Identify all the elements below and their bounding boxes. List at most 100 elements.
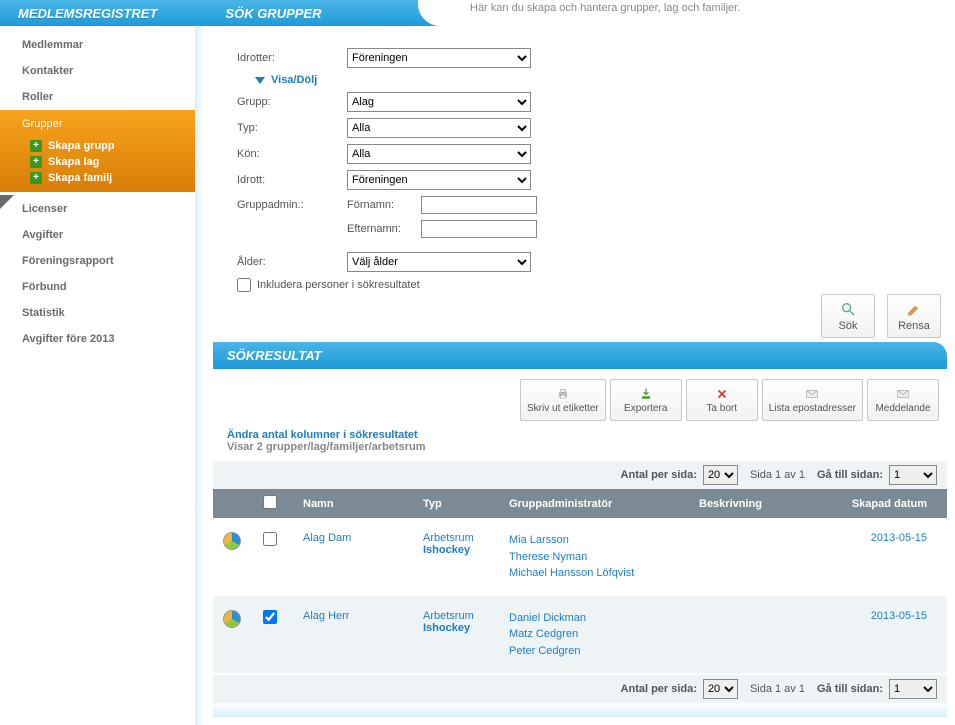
pager-ga-label: Gå till sidan: [817,683,883,695]
sidebar-item-forbund[interactable]: Förbund [0,274,195,300]
label-typ: Typ: [237,122,347,134]
select-idrotter[interactable]: Föreningen [347,48,531,68]
pager-antal-label: Antal per sida: [621,469,697,481]
pager-ga-select[interactable]: 1 [889,679,937,699]
print-labels-button[interactable]: Skriv ut etiketter [520,379,606,421]
results: SÖKRESULTAT Skriv ut etiketter Exportera… [213,342,947,703]
pager-top: Antal per sida: 20 Sida 1 av 1 Gå till s… [213,461,947,489]
btn-label: Lista epostadresser [769,403,856,414]
plus-icon: + [30,140,42,152]
label-fornamn: Förnamn: [347,199,421,211]
select-all-checkbox[interactable] [263,495,277,509]
row-admin-link[interactable]: Matz Cedgren [509,626,699,643]
delete-icon [715,387,729,401]
mail-icon [805,387,819,401]
row-typ-link[interactable]: Arbetsrum [423,610,474,622]
select-kon[interactable]: Alla [347,144,531,164]
sidebar-sub-skapa-lag[interactable]: + Skapa lag [0,154,195,170]
sidebar-item-roller[interactable]: Roller [0,84,195,110]
btn-label: Ta bort [706,403,737,414]
select-alder[interactable]: Välj ålder [347,252,531,272]
sidebar-item-licenser[interactable]: Licenser [0,196,195,222]
row-admin-link[interactable]: Peter Cedgren [509,643,699,660]
col-datum[interactable]: Skapad datum [849,498,937,510]
row-date-link[interactable]: 2013-05-15 [849,532,927,544]
pencil-icon [906,301,922,317]
row-date-link[interactable]: 2013-05-15 [849,610,927,622]
filter-form: Idrotter: Föreningen Visa/Dölj Grupp: Al… [213,36,947,302]
sidebar-item-avgifter[interactable]: Avgifter [0,222,195,248]
sidebar-item-grupper[interactable]: Grupper + Skapa grupp + Skapa lag + Skap… [0,110,195,192]
results-toolbar: Skriv ut etiketter Exportera Ta bort Lis… [213,369,947,427]
search-icon [840,301,856,317]
chevron-down-icon [255,77,265,84]
label-alder: Ålder: [237,256,347,268]
pager-antal-label: Antal per sida: [621,683,697,695]
input-efternamn[interactable] [421,220,537,238]
toggle-label: Visa/Dölj [271,74,317,86]
row-typ2-link[interactable]: Ishockey [423,544,470,556]
btn-label: Exportera [624,403,667,414]
checkbox-inkludera[interactable] [237,278,251,292]
sidebar-item-foreningsrapport[interactable]: Föreningsrapport [0,248,195,274]
row-admin-link[interactable]: Daniel Dickman [509,610,699,627]
mail-icon [896,387,910,401]
bottom-gradient [213,703,947,717]
row-typ-link[interactable]: Arbetsrum [423,532,474,544]
list-emails-button[interactable]: Lista epostadresser [762,379,863,421]
row-typ2-link[interactable]: Ishockey [423,622,470,634]
search-button[interactable]: Sök [821,294,875,338]
col-besk[interactable]: Beskrivning [699,498,849,510]
toggle-visa-dolj[interactable]: Visa/Dölj [255,74,317,86]
col-namn[interactable]: Namn [303,498,423,510]
label-inkludera: Inkludera personer i sökresultatet [257,279,420,291]
input-fornamn[interactable] [421,196,537,214]
export-button[interactable]: Exportera [610,379,682,421]
sidebar-sub-skapa-grupp[interactable]: + Skapa grupp [0,138,195,154]
export-icon [639,387,653,401]
label-grupp: Grupp: [237,96,347,108]
change-columns-link[interactable]: Ändra antal kolumner i sökresultatet [213,427,432,441]
table-row: Alag Dam ArbetsrumIshockey Mia LarssonTher… [213,518,947,596]
results-title: SÖKRESULTAT [213,342,947,369]
row-admin-link[interactable]: Therese Nyman [509,549,699,566]
content: Idrotter: Föreningen Visa/Dölj Grupp: Al… [195,26,955,725]
sidebar-active-label: Grupper [0,110,195,138]
row-admin-link[interactable]: Mia Larsson [509,532,699,549]
select-grupp[interactable]: Alag [347,92,531,112]
sidebar-item-statistik[interactable]: Statistik [0,300,195,326]
content-edge [195,26,203,725]
page-description: Här kan du skapa och hantera grupper, la… [440,0,955,26]
label-kon: Kön: [237,148,347,160]
col-adm[interactable]: Gruppadministratör [509,498,699,510]
message-button[interactable]: Meddelande [867,379,939,421]
globe-icon [223,532,241,550]
pager-antal-select[interactable]: 20 [703,679,738,699]
page-header: MEDLEMSREGISTRET SÖK GRUPPER Här kan du … [0,0,955,26]
sidebar-item-kontakter[interactable]: Kontakter [0,58,195,84]
sidebar-item-avgifter-fore-2013[interactable]: Avgifter före 2013 [0,326,195,352]
pager-ga-label: Gå till sidan: [817,469,883,481]
col-typ[interactable]: Typ [423,498,509,510]
row-name-link[interactable]: Alag Dam [303,532,351,544]
sidebar-sub-label: Skapa familj [48,172,112,184]
btn-label: Meddelande [875,403,930,414]
row-admin-link[interactable]: Michael Hansson Löfqvist [509,565,699,582]
sidebar-sub-label: Skapa lag [48,156,99,168]
sidebar-sub-skapa-familj[interactable]: + Skapa familj [0,170,195,186]
pager-antal-select[interactable]: 20 [703,465,738,485]
search-button-label: Sök [839,320,858,332]
clear-button[interactable]: Rensa [887,294,941,338]
btn-label: Skriv ut etiketter [527,403,599,414]
sidebar-item-medlemmar[interactable]: Medlemmar [0,32,195,58]
label-idrotter: Idrotter: [237,52,347,64]
row-checkbox[interactable] [263,532,277,546]
pager-ga-select[interactable]: 1 [889,465,937,485]
row-name-link[interactable]: Alag Herr [303,610,349,622]
select-typ[interactable]: Alla [347,118,531,138]
select-idrott[interactable]: Föreningen [347,170,531,190]
delete-button[interactable]: Ta bort [686,379,758,421]
sidebar-sub-label: Skapa grupp [48,140,115,152]
table-row: Alag Herr ArbetsrumIshockey Daniel Dickman… [213,596,947,674]
row-checkbox[interactable] [263,610,277,624]
